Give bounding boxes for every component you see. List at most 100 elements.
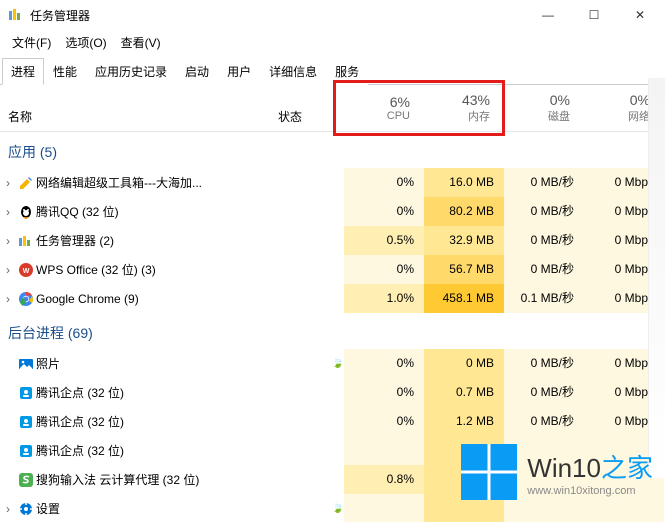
process-row[interactable]: 腾讯企点 (32 位) 0% 1.2 MB 0 MB/秒 0 Mbps <box>0 407 665 436</box>
cpu-cell <box>344 494 424 522</box>
process-row[interactable]: › 腾讯QQ (32 位) 0% 80.2 MB 0 MB/秒 0 Mbps <box>0 197 665 226</box>
cpu-cell: 0% <box>344 349 424 378</box>
cpu-percent: 6% <box>390 94 410 110</box>
cpu-cell: 0% <box>344 168 424 197</box>
expand-icon[interactable]: › <box>0 263 16 277</box>
mem-cell: 458.1 MB <box>424 284 504 313</box>
process-icon <box>16 175 36 191</box>
group-apps-header[interactable]: 应用 (5) <box>0 132 665 168</box>
expand-icon[interactable]: › <box>0 502 16 516</box>
watermark-brand: Win10之家 <box>527 448 653 485</box>
cpu-cell: 0.5% <box>344 226 424 255</box>
process-row[interactable]: 腾讯企点 (32 位) 0% 0.7 MB 0 MB/秒 0 Mbps <box>0 378 665 407</box>
svg-text:W: W <box>23 268 30 275</box>
process-icon <box>16 472 36 488</box>
menu-bar: 文件(F) 选项(O) 查看(V) <box>0 30 665 57</box>
cpu-cell: 0.8% <box>344 465 424 494</box>
cpu-cell: 0% <box>344 378 424 407</box>
watermark-url: www.win10xitong.com <box>527 485 635 497</box>
mem-cell: 1.2 MB <box>424 407 504 436</box>
disk-cell: 0.1 MB/秒 <box>504 284 584 313</box>
process-row[interactable]: › Google Chrome (9) 1.0% 458.1 MB 0.1 MB… <box>0 284 665 313</box>
process-name: 任务管理器 (2) <box>36 232 232 249</box>
maximize-button[interactable]: ☐ <box>571 0 617 30</box>
process-name: 设置 <box>36 500 232 517</box>
mem-cell: 80.2 MB <box>424 197 504 226</box>
tab-startup[interactable]: 启动 <box>176 58 218 85</box>
menu-view[interactable]: 查看(V) <box>115 32 167 53</box>
tab-processes[interactable]: 进程 <box>2 58 44 85</box>
expand-icon[interactable]: › <box>0 205 16 219</box>
disk-cell: 0 MB/秒 <box>504 197 584 226</box>
leaf-icon: 🍃 <box>332 503 344 514</box>
tab-services[interactable]: 服务 <box>326 58 368 85</box>
mem-cell: 0 MB <box>424 349 504 378</box>
disk-cell: 0 MB/秒 <box>504 168 584 197</box>
windows-logo-icon <box>461 444 517 500</box>
process-name: 腾讯企点 (32 位) <box>36 384 232 401</box>
cpu-cell: 0% <box>344 255 424 284</box>
column-headers: 名称 状态 6% CPU 43% 内存 0% 磁盘 0% 网络 <box>0 85 665 132</box>
process-name: Google Chrome (9) <box>36 292 232 306</box>
menu-options[interactable]: 选项(O) <box>59 32 112 53</box>
menu-file[interactable]: 文件(F) <box>6 32 57 53</box>
watermark: Win10之家 www.win10xitong.com <box>461 444 653 500</box>
app-icon <box>8 7 24 23</box>
net-label: 网络 <box>628 108 650 124</box>
process-row[interactable]: › 任务管理器 (2) 0.5% 32.9 MB 0 MB/秒 0 Mbps <box>0 226 665 255</box>
disk-cell: 0 MB/秒 <box>504 349 584 378</box>
minimize-button[interactable]: — <box>525 0 571 30</box>
mem-cell: 32.9 MB <box>424 226 504 255</box>
tab-history[interactable]: 应用历史记录 <box>86 58 176 85</box>
process-name: WPS Office (32 位) (3) <box>36 261 232 278</box>
process-row[interactable]: › W WPS Office (32 位) (3) 0% 56.7 MB 0 M… <box>0 255 665 284</box>
process-row[interactable]: 照片 🍃 0% 0 MB 0 MB/秒 0 Mbps <box>0 349 665 378</box>
process-name: 照片 <box>36 355 232 372</box>
tab-performance[interactable]: 性能 <box>44 58 86 85</box>
group-bg-header[interactable]: 后台进程 (69) <box>0 313 665 349</box>
tab-details[interactable]: 详细信息 <box>260 58 326 85</box>
mem-percent: 43% <box>462 92 490 108</box>
process-name: 搜狗输入法 云计算代理 (32 位) <box>36 471 232 488</box>
process-icon <box>16 414 36 430</box>
mem-label: 内存 <box>468 108 490 124</box>
process-name: 腾讯QQ (32 位) <box>36 203 232 220</box>
disk-percent: 0% <box>550 92 570 108</box>
expand-icon[interactable]: › <box>0 176 16 190</box>
process-name: 腾讯企点 (32 位) <box>36 442 232 459</box>
process-row[interactable]: › 网络编辑超级工具箱---大海加... 0% 16.0 MB 0 MB/秒 0… <box>0 168 665 197</box>
disk-label: 磁盘 <box>548 108 570 124</box>
process-icon <box>16 233 36 249</box>
expand-icon[interactable]: › <box>0 234 16 248</box>
col-disk[interactable]: 0% 磁盘 <box>500 85 580 131</box>
process-icon <box>16 501 36 517</box>
process-name: 腾讯企点 (32 位) <box>36 413 232 430</box>
disk-cell: 0 MB/秒 <box>504 407 584 436</box>
col-status[interactable]: 状态 <box>240 85 340 131</box>
process-icon <box>16 204 36 220</box>
disk-cell: 0 MB/秒 <box>504 226 584 255</box>
col-name[interactable]: 名称 <box>0 85 240 131</box>
close-button[interactable]: ✕ <box>617 0 663 30</box>
tab-users[interactable]: 用户 <box>218 58 260 85</box>
expand-icon[interactable]: › <box>0 292 16 306</box>
mem-cell: 16.0 MB <box>424 168 504 197</box>
leaf-icon: 🍃 <box>332 358 344 369</box>
cpu-cell <box>344 436 424 465</box>
process-name: 网络编辑超级工具箱---大海加... <box>36 174 232 191</box>
window-title: 任务管理器 <box>30 7 525 24</box>
cpu-label: CPU <box>387 110 410 122</box>
process-icon <box>16 291 36 307</box>
col-cpu[interactable]: 6% CPU <box>340 85 420 131</box>
tab-bar: 进程 性能 应用历史记录 启动 用户 详细信息 服务 <box>0 57 665 85</box>
net-percent: 0% <box>630 92 650 108</box>
title-bar: 任务管理器 — ☐ ✕ <box>0 0 665 30</box>
process-icon <box>16 385 36 401</box>
col-memory[interactable]: 43% 内存 <box>420 85 500 131</box>
disk-cell: 0 MB/秒 <box>504 255 584 284</box>
mem-cell: 56.7 MB <box>424 255 504 284</box>
cpu-cell: 0% <box>344 407 424 436</box>
mem-cell: 0.7 MB <box>424 378 504 407</box>
scrollbar[interactable] <box>648 78 665 478</box>
cpu-cell: 1.0% <box>344 284 424 313</box>
